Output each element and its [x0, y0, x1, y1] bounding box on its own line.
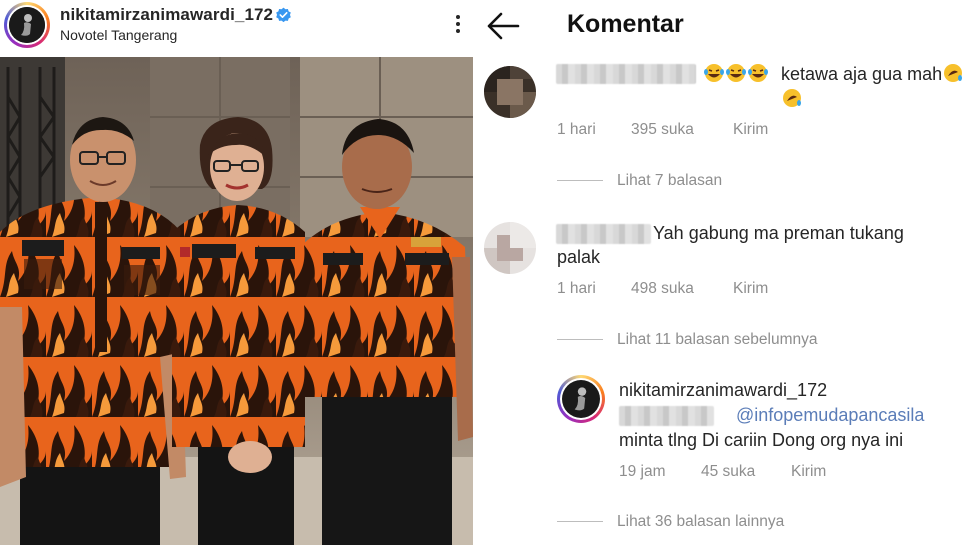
post-username[interactable]: nikitamirzanimawardi_172 [60, 5, 273, 25]
back-arrow-icon[interactable] [485, 10, 521, 42]
view-more-replies-label: Lihat 36 balasan lainnya [617, 513, 785, 530]
comment-body: Yah gabung ma preman tukang [653, 223, 904, 243]
laughing-emoji-icon [726, 64, 746, 82]
comment-text: ketawa aja gua mah [781, 62, 970, 112]
comment-body-continued: palak [557, 247, 601, 267]
comment-likes[interactable]: 498 suka [631, 280, 694, 298]
blurred-username [556, 64, 696, 84]
comment-emojis [703, 62, 769, 87]
comments-title: Komentar [567, 10, 684, 38]
replies-divider-line [557, 180, 603, 182]
instagram-post: nikitamirzanimawardi_172 Novotel Tangera… [0, 0, 473, 545]
reply-button[interactable]: Kirim [733, 280, 768, 298]
comment-time: 1 hari [557, 121, 596, 138]
reply-username[interactable]: nikitamirzanimawardi_172 [619, 378, 827, 403]
blurred-username [619, 406, 714, 426]
verified-badge-icon [276, 7, 291, 23]
post-photo [0, 57, 473, 545]
replies-divider-line [557, 521, 603, 523]
commenter-avatar[interactable] [484, 66, 536, 118]
comment-body: ketawa aja gua mah [781, 64, 943, 84]
reply-time: 19 jam [619, 463, 666, 480]
comments-screen: Komentar ketawa aja gua mah 1 hari 395 s… [481, 0, 970, 545]
reply-text: minta tlng Di cariin Dong org nya ini [619, 430, 904, 450]
view-replies-link[interactable]: Lihat 7 balasan [557, 172, 722, 190]
comment-time: 1 hari [557, 280, 596, 297]
reply-button[interactable]: Kirim [733, 121, 768, 139]
panel-divider [473, 0, 481, 545]
rofl-emoji-icon [783, 89, 801, 107]
replies-divider-line [557, 339, 603, 341]
laughing-emoji-icon [704, 64, 724, 82]
more-options-icon[interactable] [450, 12, 466, 38]
view-more-replies-link[interactable]: Lihat 36 balasan lainnya [557, 513, 784, 531]
commenter-avatar[interactable] [484, 222, 536, 274]
reply-button[interactable]: Kirim [791, 463, 826, 481]
view-replies-label: Lihat 11 balasan sebelumnya [617, 331, 818, 348]
reply-likes[interactable]: 45 suka [701, 463, 755, 481]
blurred-username [556, 224, 651, 244]
mention-link[interactable]: @infopemudapancasila [736, 403, 924, 428]
reply-avatar[interactable] [557, 375, 605, 423]
post-location[interactable]: Novotel Tangerang [60, 27, 177, 43]
view-replies-label: Lihat 7 balasan [617, 172, 723, 189]
view-replies-link[interactable]: Lihat 11 balasan sebelumnya [557, 331, 818, 349]
rofl-emoji-icon [944, 64, 963, 82]
profile-avatar[interactable] [4, 2, 50, 48]
comment-likes[interactable]: 395 suka [631, 121, 694, 139]
laughing-emoji-icon [748, 64, 768, 82]
post-header: nikitamirzanimawardi_172 Novotel Tangera… [0, 0, 473, 56]
